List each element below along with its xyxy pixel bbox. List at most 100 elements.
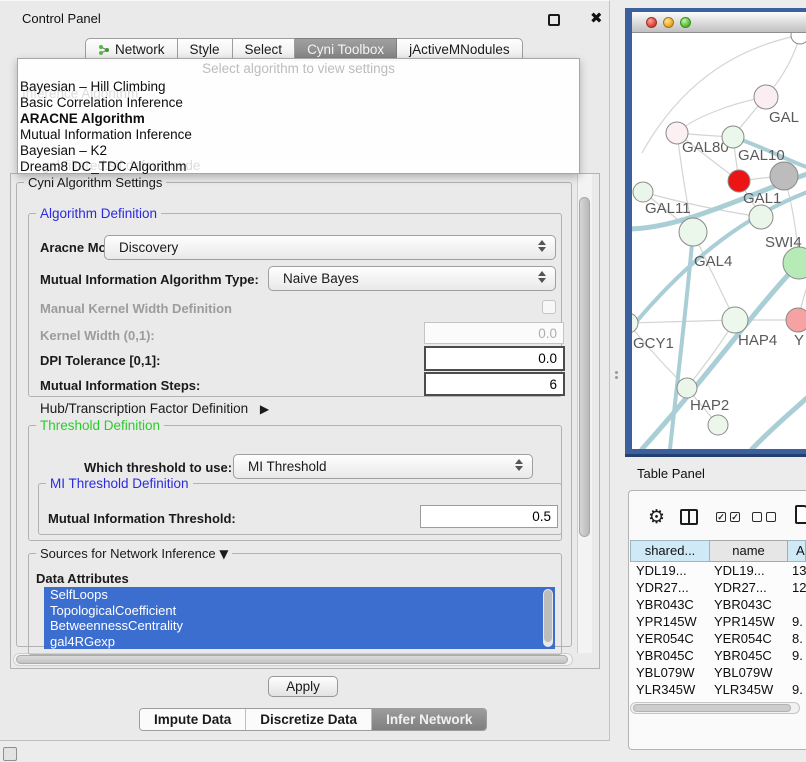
algorithm-option[interactable]: Mutual Information Inference [18,127,579,143]
select-all-checked-icon[interactable]: ✓ [716,512,726,522]
network-node[interactable] [728,170,750,192]
hub-section-toggle[interactable]: Hub/Transcription Factor Definition ▶ [40,401,269,416]
table-cell: YLR345W [714,681,773,698]
collapsed-panel-icon[interactable] [3,747,17,761]
table-row[interactable]: YPR145WYPR145W9. [630,613,806,630]
network-node[interactable] [749,205,773,229]
expand-arrow-icon[interactable]: ▼ [219,547,228,561]
tab-label: Network [115,42,165,57]
network-node-label: Y [794,332,804,349]
network-node[interactable] [677,378,697,398]
traffic-light-zoom-icon[interactable] [680,17,691,28]
algorithm-definition-legend: Algorithm Definition [36,206,161,221]
collapse-arrow-icon[interactable]: ▶ [260,402,269,416]
network-node[interactable] [770,162,798,190]
network-node[interactable] [632,313,638,333]
table-horizontal-scrollbar-thumb[interactable] [633,704,791,712]
gear-icon[interactable]: ⚙ [648,506,665,528]
mi-algorithm-type-label: Mutual Information Algorithm Type: [40,272,259,287]
mi-threshold-label: Mutual Information Threshold: [48,511,236,526]
stepper-icon [537,271,546,283]
mi-threshold-legend: MI Threshold Definition [46,476,193,491]
table-row[interactable]: YLR345WYLR345W9. [630,681,806,698]
attribute-list-scrollbar-thumb[interactable] [544,590,552,642]
table-cell: YDL19... [636,562,687,579]
which-threshold-select[interactable]: MI Threshold [233,454,533,479]
attribute-list-item[interactable]: gal4RGexp [44,634,555,650]
table-row[interactable]: YDR27...YDR27...12 [630,579,806,596]
mi-algorithm-type-select[interactable]: Naive Bayes [268,266,556,291]
algorithm-option[interactable]: Bayesian – Hill Climbing [18,79,579,95]
cyni-settings-legend: Cyni Algorithm Settings [24,175,166,190]
attribute-list-item[interactable]: TopologicalCoefficient [44,603,555,619]
aracne-mode-select[interactable]: Discovery [104,235,556,260]
tab-discretize-data[interactable]: Discretize Data [245,709,371,730]
close-icon[interactable]: ✖ [590,9,603,27]
sources-legend[interactable]: Sources for Network Inference ▼ [36,546,232,561]
network-node[interactable] [633,182,653,202]
columns-icon[interactable] [680,509,698,525]
data-attributes-list[interactable]: SelfLoopsTopologicalCoefficientBetweenne… [44,587,555,649]
table-horizontal-scrollbar[interactable] [630,702,800,714]
tab-infer-network[interactable]: Infer Network [371,709,486,730]
table-cell: 9. [792,647,803,664]
algorithm-dropdown-popup: Inference Algorithm gal-filtered.sif def… [17,58,580,174]
table-cell: YBL079W [636,664,695,681]
traffic-light-minimize-icon[interactable] [663,17,674,28]
network-graph: GALGAL80GAL10GAL1GAL11GAL4SWI4GCY1HAP4YH… [632,33,806,449]
table-row[interactable]: YER054CYER054C8. [630,630,806,647]
table-rows[interactable]: YDL19...YDL19...13YDR27...YDR27...12YBR0… [630,562,806,702]
network-node-label: GAL [769,109,799,126]
attribute-list-item[interactable]: BetweennessCentrality [44,618,555,634]
network-node[interactable] [708,415,728,435]
network-node[interactable] [679,218,707,246]
algorithm-option[interactable]: Bayesian – K2 [18,143,579,159]
manual-kernel-width-checkbox[interactable] [542,300,556,314]
table-cell: YLR345W [636,681,695,698]
select-all-checked-icon[interactable]: ✓ [730,512,740,522]
manual-kernel-width-label: Manual Kernel Width Definition [40,301,232,316]
mi-algorithm-type-value: Naive Bayes [283,271,359,286]
network-window-titlebar[interactable] [632,12,806,33]
network-node[interactable] [786,308,806,332]
panel-divider-grip[interactable] [615,369,620,380]
table-cell: YPR145W [714,613,775,630]
column-header-clipped[interactable]: A [788,540,806,562]
deselect-all-icon[interactable] [766,512,776,522]
network-node[interactable] [722,126,744,148]
vertical-scrollbar-thumb[interactable] [579,197,590,537]
network-node[interactable] [754,85,778,109]
algorithm-option-highlighted[interactable]: ARACNE Algorithm [18,111,579,127]
algorithm-option[interactable]: Basic Correlation Inference [18,95,579,111]
table-cell: YDL19... [714,562,765,579]
file-export-icon[interactable] [795,505,806,524]
table-cell: YER054C [714,630,772,647]
dpi-tolerance-field[interactable]: 0.0 [424,346,565,371]
table-cell: YBR043C [714,596,772,613]
table-row[interactable]: YBR045CYBR045C9. [630,647,806,664]
mi-steps-field[interactable]: 6 [424,372,565,396]
mi-steps-label: Mutual Information Steps: [40,378,200,393]
apply-button[interactable]: Apply [268,676,338,697]
network-node[interactable] [791,33,806,44]
table-row[interactable]: YBL079WYBL079W [630,664,806,681]
attribute-list-item[interactable]: SelfLoops [44,587,555,603]
network-node[interactable] [722,307,748,333]
mi-threshold-field[interactable]: 0.5 [420,505,558,528]
network-node-label: GAL4 [694,253,732,270]
table-row[interactable]: YBR043CYBR043C [630,596,806,613]
network-canvas[interactable]: GALGAL80GAL10GAL1GAL11GAL4SWI4GCY1HAP4YH… [632,33,806,449]
table-row[interactable]: YDL19...YDL19...13 [630,562,806,579]
kernel-width-field[interactable]: 0.0 [424,322,564,344]
deselect-all-icon[interactable] [752,512,762,522]
control-panel-window: Control Panel ✖ Network Style Select Cyn… [0,0,610,741]
traffic-light-close-icon[interactable] [646,17,657,28]
horizontal-scrollbar-thumb[interactable] [16,655,568,664]
network-node-label: GAL10 [738,147,785,164]
tab-impute-data[interactable]: Impute Data [140,709,245,730]
algorithm-option[interactable]: Dream8 DC_TDC Algorithm [18,159,579,175]
column-header-shared-name[interactable]: shared... [630,540,710,562]
float-window-icon[interactable] [548,14,560,26]
column-header-name[interactable]: name [710,540,788,562]
attribute-list-scrollbar[interactable] [543,589,553,647]
